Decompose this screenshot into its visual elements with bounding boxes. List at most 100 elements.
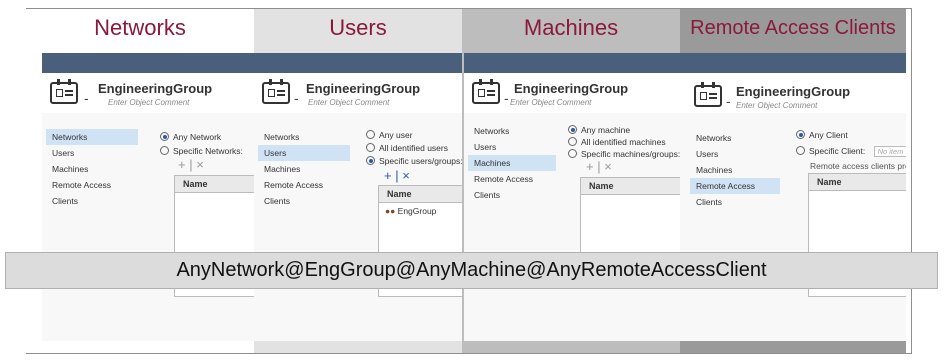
column-networks: Networks - EngineeringGroup Enter Object… <box>26 9 254 353</box>
radio-any-client[interactable]: Any Client <box>796 130 848 140</box>
grid-header-name[interactable]: Name <box>175 176 254 193</box>
nav-item-users[interactable]: Users <box>258 145 350 161</box>
object-header: - EngineeringGroup Enter Object Comment <box>680 73 906 113</box>
radio-off-icon <box>160 146 169 155</box>
color-dash: - <box>294 90 299 106</box>
radio-on-icon <box>366 156 375 165</box>
nav-item-users[interactable]: Users <box>46 145 138 161</box>
nav-list: Networks Users Machines Remote Access Cl… <box>690 130 780 207</box>
object-comment[interactable]: Enter Object Comment <box>736 101 817 110</box>
object-name[interactable]: EngineeringGroup <box>306 81 420 96</box>
radio-any-network[interactable]: Any Network <box>160 132 221 142</box>
radio-on-icon <box>568 125 577 134</box>
radio-specific-networks[interactable]: Specific Networks: <box>160 146 243 156</box>
object-card-icon <box>50 79 78 104</box>
object-comment[interactable]: Enter Object Comment <box>510 98 591 107</box>
object-window: - EngineeringGroup Enter Object Comment … <box>254 53 462 341</box>
radio-off-icon <box>796 146 805 155</box>
color-dash: - <box>726 93 731 109</box>
nav-list: Networks Users Machines Remote Access Cl… <box>468 123 556 200</box>
nav-item-networks[interactable]: Networks <box>690 130 780 146</box>
remove-icon[interactable]: × <box>196 157 204 172</box>
grid-toolbar: + | × <box>384 168 410 183</box>
column-machines: Machines - EngineeringGroup Enter Object… <box>462 9 680 353</box>
add-icon[interactable]: + <box>586 159 594 174</box>
radio-off-icon <box>568 149 577 158</box>
object-comment[interactable]: Enter Object Comment <box>308 98 389 107</box>
nav-item-networks[interactable]: Networks <box>46 129 138 145</box>
add-icon[interactable]: + <box>384 168 392 183</box>
object-header: - EngineeringGroup Enter Object Comment <box>42 73 254 113</box>
nav-item-remote-access-clients[interactable]: Remote Access Clients <box>46 177 138 206</box>
row-label: EngGroup <box>397 206 437 216</box>
grid-header-name[interactable]: Name <box>379 186 462 203</box>
nav-item-machines[interactable]: Machines <box>46 161 138 177</box>
nav-item-users[interactable]: Users <box>690 146 780 162</box>
nav-list: Networks Users Machines Remote Access Cl… <box>46 129 138 206</box>
nav-item-machines[interactable]: Machines <box>468 155 556 171</box>
radio-on-icon <box>160 132 169 141</box>
window-topbar <box>254 53 462 73</box>
object-card-icon <box>472 79 500 104</box>
add-icon[interactable]: + <box>178 157 186 172</box>
radio-label: All identified users <box>379 143 448 153</box>
grid-toolbar: + | × <box>178 157 204 172</box>
object-name[interactable]: EngineeringGroup <box>736 84 850 99</box>
nav-item-machines[interactable]: Machines <box>258 161 350 177</box>
radio-any-machine[interactable]: Any machine <box>568 125 630 135</box>
nav-list: Networks Users Machines Remote Access Cl… <box>258 129 350 206</box>
radio-any-user[interactable]: Any user <box>366 130 413 140</box>
radio-on-icon <box>796 130 805 139</box>
radio-specific-client[interactable]: Specific Client: No item <box>796 146 906 157</box>
grid-header-name[interactable]: Name <box>581 178 680 195</box>
radio-label: Specific Networks: <box>173 146 243 156</box>
object-header: - EngineeringGroup Enter Object Comment <box>464 73 680 113</box>
specific-client-select[interactable]: No item <box>873 146 906 157</box>
radio-label: Any machine <box>581 125 631 135</box>
window-topbar <box>42 53 254 73</box>
radio-label: Specific Client: <box>809 146 866 156</box>
nav-item-users[interactable]: Users <box>468 139 556 155</box>
radio-specific-machines-groups[interactable]: Specific machines/groups: <box>568 149 680 159</box>
radio-all-identified-users[interactable]: All identified users <box>366 143 448 153</box>
radio-all-identified-machines[interactable]: All identified machines <box>568 137 666 147</box>
object-comment[interactable]: Enter Object Comment <box>108 98 189 107</box>
remove-icon[interactable]: × <box>402 168 410 183</box>
name-grid: Name <box>580 177 680 259</box>
nav-item-networks[interactable]: Networks <box>468 123 556 139</box>
radio-label: Any user <box>379 130 413 140</box>
nav-item-remote-access-clients[interactable]: Remote Access Clients <box>690 178 780 207</box>
column-title: Networks <box>94 15 186 40</box>
radio-label: Any Client <box>809 130 848 140</box>
radio-label: Any Network <box>173 132 222 142</box>
object-card-icon <box>262 79 290 104</box>
nav-item-remote-access-clients[interactable]: Remote Access Clients <box>258 177 350 206</box>
object-header: - EngineeringGroup Enter Object Comment <box>254 73 462 113</box>
table-row[interactable]: ●● EngGroup <box>379 203 462 219</box>
grid-toolbar: + | × <box>586 159 612 174</box>
object-window: - EngineeringGroup Enter Object Comment … <box>464 53 680 341</box>
color-dash: - <box>504 90 509 106</box>
grid-header-name[interactable]: Name <box>809 174 906 191</box>
radio-off-icon <box>366 130 375 139</box>
radio-label: All identified machines <box>581 137 666 147</box>
column-title: Remote Access Clients <box>690 16 896 39</box>
column-title: Users <box>329 15 387 40</box>
nav-item-machines[interactable]: Machines <box>690 162 780 178</box>
object-name[interactable]: EngineeringGroup <box>98 81 212 96</box>
radio-label: Specific machines/groups: <box>581 149 680 159</box>
column-remote-access-clients: Remote Access Clients - EngineeringGroup… <box>680 9 906 353</box>
radio-specific-users-groups[interactable]: Specific users/groups: <box>366 156 462 166</box>
nav-item-remote-access-clients[interactable]: Remote Access Clients <box>468 171 556 200</box>
radio-off-icon <box>366 143 375 152</box>
window-topbar <box>680 53 906 73</box>
remove-icon[interactable]: × <box>604 159 612 174</box>
object-window: - EngineeringGroup Enter Object Comment … <box>680 53 906 341</box>
remote-clients-note: Remote access clients prev <box>810 161 906 171</box>
object-name[interactable]: EngineeringGroup <box>514 81 628 96</box>
object-card-icon <box>694 82 722 107</box>
radio-off-icon <box>568 137 577 146</box>
color-dash: - <box>84 90 89 106</box>
column-title: Machines <box>523 15 619 40</box>
nav-item-networks[interactable]: Networks <box>258 129 350 145</box>
